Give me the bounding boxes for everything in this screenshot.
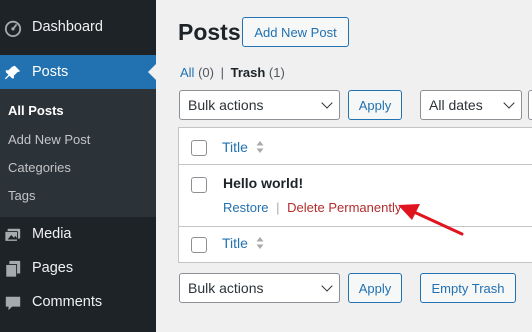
submenu-add-new-post[interactable]: Add New Post	[8, 132, 90, 147]
posts-table: Title Hello world! Restore | Delete Perm…	[178, 127, 532, 263]
submenu-all-posts[interactable]: All Posts	[8, 103, 64, 118]
delete-permanently-link[interactable]: Delete Permanently	[287, 200, 401, 215]
sidebar-item-dashboard[interactable]: Dashboard	[0, 10, 156, 44]
chevron-down-icon	[321, 280, 333, 292]
pushpin-icon	[4, 65, 21, 80]
filter-separator: |	[220, 65, 224, 80]
status-filters: All (0) | Trash (1)	[180, 65, 285, 80]
bulk-actions-value: Bulk actions	[188, 97, 264, 113]
annotation-arrow-icon	[398, 204, 464, 236]
date-filter-select[interactable]: All dates	[420, 90, 522, 120]
admin-sidebar: Dashboard Posts All Posts Add New Post C…	[0, 0, 156, 332]
page-title: Posts	[178, 19, 241, 45]
chevron-down-icon	[503, 97, 515, 109]
date-filter-value: All dates	[429, 97, 483, 113]
sidebar-item-label: Comments	[32, 294, 103, 310]
posts-submenu: All Posts Add New Post Categories Tags	[0, 89, 156, 217]
bulk-actions-select-bottom[interactable]: Bulk actions	[179, 273, 340, 303]
filter-all-count: (0)	[198, 65, 214, 80]
pages-icon	[5, 260, 21, 278]
row-actions: Restore | Delete Permanently	[223, 200, 401, 215]
column-footer-title[interactable]: Title	[222, 235, 248, 251]
submenu-tags[interactable]: Tags	[8, 188, 35, 203]
sidebar-item-label: Media	[32, 226, 72, 242]
sidebar-item-label: Dashboard	[32, 19, 103, 35]
empty-trash-button[interactable]: Empty Trash	[420, 273, 516, 303]
divider	[179, 226, 532, 227]
add-new-post-button[interactable]: Add New Post	[242, 17, 349, 47]
category-filter-select[interactable]	[528, 90, 532, 120]
restore-link[interactable]: Restore	[223, 200, 269, 215]
sidebar-item-label: Posts	[32, 64, 69, 80]
dashboard-icon	[4, 20, 22, 37]
column-header-title[interactable]: Title	[222, 139, 248, 155]
sidebar-item-label: Pages	[32, 260, 74, 276]
bulk-actions-value: Bulk actions	[188, 280, 264, 296]
filter-trash-count: (1)	[268, 65, 285, 80]
filter-all-link[interactable]: All	[180, 65, 194, 80]
sidebar-item-posts[interactable]: Posts	[0, 55, 156, 89]
sort-icon[interactable]	[256, 140, 264, 154]
row-checkbox[interactable]	[191, 177, 207, 193]
apply-button-top[interactable]: Apply	[348, 90, 402, 120]
select-all-checkbox[interactable]	[191, 140, 207, 156]
sidebar-item-comments[interactable]: Comments	[0, 285, 156, 319]
sort-icon[interactable]	[256, 236, 264, 250]
sidebar-item-pages[interactable]: Pages	[0, 251, 156, 285]
comments-icon	[5, 296, 21, 311]
post-title: Hello world!	[223, 175, 304, 191]
bulk-actions-select-top[interactable]: Bulk actions	[179, 90, 340, 120]
media-icon	[4, 228, 21, 242]
divider	[179, 164, 532, 165]
chevron-down-icon	[321, 97, 333, 109]
filter-trash-link[interactable]: Trash	[231, 65, 266, 80]
select-all-checkbox-footer[interactable]	[191, 237, 207, 253]
sidebar-item-media[interactable]: Media	[0, 217, 156, 251]
submenu-categories[interactable]: Categories	[8, 160, 71, 175]
row-actions-separator: |	[276, 200, 280, 215]
apply-button-bottom[interactable]: Apply	[348, 273, 402, 303]
